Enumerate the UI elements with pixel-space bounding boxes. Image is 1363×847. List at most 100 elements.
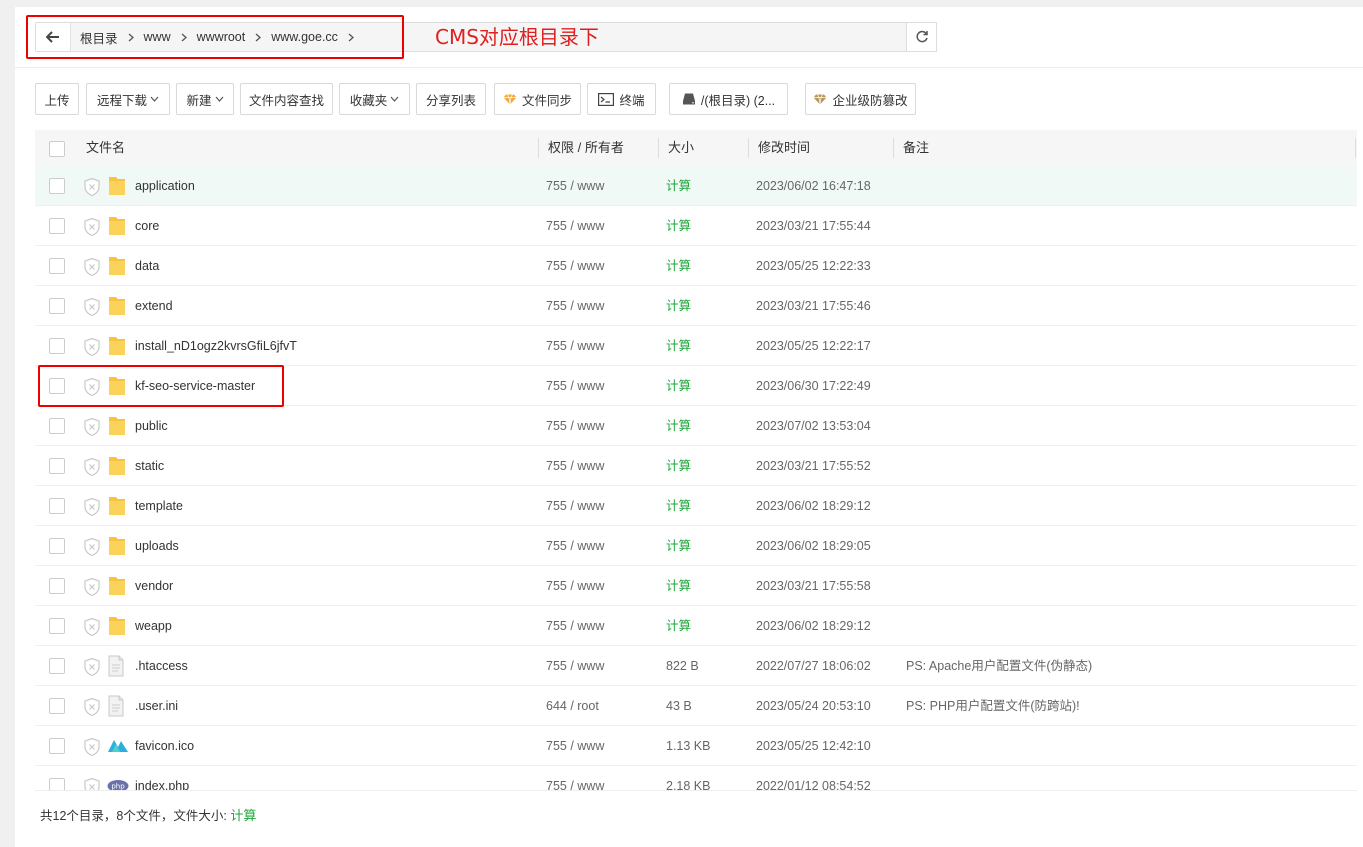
row-checkbox[interactable] [49, 258, 65, 274]
row-checkbox[interactable] [49, 738, 65, 754]
shield-icon[interactable] [82, 537, 102, 560]
search-content-button[interactable]: 文件内容查找 [240, 83, 333, 115]
shield-icon[interactable] [82, 217, 102, 240]
file-perm[interactable]: 644 / root [546, 686, 599, 726]
column-mtime[interactable]: 修改时间 [758, 130, 810, 166]
file-name[interactable]: install_nD1ogz2kvrsGfiL6jfvT [135, 326, 297, 366]
upload-button[interactable]: 上传 [35, 83, 79, 115]
table-row[interactable]: .user.ini 644 / root 43 B 2023/05/24 20:53:… [35, 686, 1357, 726]
file-perm[interactable]: 755 / www [546, 766, 604, 790]
shield-icon[interactable] [82, 457, 102, 480]
table-row[interactable]: static 755 / www 计算 2023/03/21 17:55:52 [35, 446, 1357, 486]
row-checkbox[interactable] [49, 298, 65, 314]
table-row[interactable]: data 755 / www 计算 2023/05/25 12:22:33 [35, 246, 1357, 286]
file-size[interactable]: 计算 [666, 446, 691, 486]
row-checkbox[interactable] [49, 218, 65, 234]
row-checkbox[interactable] [49, 698, 65, 714]
file-name[interactable]: template [135, 486, 183, 526]
table-row[interactable]: public 755 / www 计算 2023/07/02 13:53:04 [35, 406, 1357, 446]
table-row[interactable]: uploads 755 / www 计算 2023/06/02 18:29:05 [35, 526, 1357, 566]
disk-button[interactable]: /(根目录) (2... [669, 83, 788, 115]
file-sync-button[interactable]: 文件同步 [494, 83, 581, 115]
file-perm[interactable]: 755 / www [546, 606, 604, 646]
shield-icon[interactable] [82, 257, 102, 280]
file-name[interactable]: favicon.ico [135, 726, 194, 766]
shield-icon[interactable] [82, 697, 102, 720]
row-checkbox[interactable] [49, 458, 65, 474]
shield-icon[interactable] [82, 337, 102, 360]
file-perm[interactable]: 755 / www [546, 726, 604, 766]
shield-icon[interactable] [82, 657, 102, 680]
new-button[interactable]: 新建 [176, 83, 234, 115]
shield-icon[interactable] [82, 177, 102, 200]
file-perm[interactable]: 755 / www [546, 246, 604, 286]
footer-calc-link[interactable]: 计算 [230, 808, 256, 823]
row-checkbox[interactable] [49, 338, 65, 354]
column-size[interactable]: 大小 [668, 130, 694, 166]
file-size[interactable]: 计算 [666, 606, 691, 646]
file-perm[interactable]: 755 / www [546, 286, 604, 326]
refresh-button[interactable] [906, 22, 937, 52]
file-name[interactable]: weapp [135, 606, 172, 646]
file-perm[interactable]: 755 / www [546, 526, 604, 566]
table-row[interactable]: extend 755 / www 计算 2023/03/21 17:55:46 [35, 286, 1357, 326]
file-name[interactable]: index.php [135, 766, 189, 790]
shield-icon[interactable] [82, 497, 102, 520]
table-row[interactable]: favicon.ico 755 / www 1.13 KB 2023/05/25 12… [35, 726, 1357, 766]
file-name[interactable]: application [135, 166, 195, 206]
file-name[interactable]: extend [135, 286, 173, 326]
column-perm[interactable]: 权限 / 所有者 [548, 130, 624, 166]
shield-icon[interactable] [82, 297, 102, 320]
file-name[interactable]: static [135, 446, 164, 486]
file-perm[interactable]: 755 / www [546, 406, 604, 446]
file-perm[interactable]: 755 / www [546, 566, 604, 606]
terminal-button[interactable]: 终端 [587, 83, 656, 115]
share-list-button[interactable]: 分享列表 [416, 83, 486, 115]
file-name[interactable]: .user.ini [135, 686, 178, 726]
table-row[interactable]: weapp 755 / www 计算 2023/06/02 18:29:12 [35, 606, 1357, 646]
file-name[interactable]: data [135, 246, 159, 286]
file-size[interactable]: 计算 [666, 486, 691, 526]
file-name[interactable]: .htaccess [135, 646, 188, 686]
file-name[interactable]: core [135, 206, 159, 246]
file-size[interactable]: 计算 [666, 526, 691, 566]
row-checkbox[interactable] [49, 618, 65, 634]
shield-icon[interactable] [82, 777, 102, 790]
file-perm[interactable]: 755 / www [546, 646, 604, 686]
row-checkbox[interactable] [49, 578, 65, 594]
file-name[interactable]: uploads [135, 526, 179, 566]
table-row[interactable]: .htaccess 755 / www 822 B 2022/07/27 18:06:… [35, 646, 1357, 686]
row-checkbox[interactable] [49, 538, 65, 554]
file-perm[interactable]: 755 / www [546, 326, 604, 366]
remote-download-button[interactable]: 远程下载 [86, 83, 170, 115]
table-row[interactable]: core 755 / www 计算 2023/03/21 17:55:44 [35, 206, 1357, 246]
file-perm[interactable]: 755 / www [546, 166, 604, 206]
file-note[interactable]: PS: Apache用户配置文件(伪静态) [906, 646, 1092, 686]
favorites-button[interactable]: 收藏夹 [339, 83, 410, 115]
file-note[interactable]: PS: PHP用户配置文件(防跨站)! [906, 686, 1080, 726]
file-perm[interactable]: 755 / www [546, 206, 604, 246]
row-checkbox[interactable] [49, 778, 65, 790]
table-row[interactable]: template 755 / www 计算 2023/06/02 18:29:12 [35, 486, 1357, 526]
select-all-checkbox[interactable] [49, 141, 65, 157]
shield-icon[interactable] [82, 617, 102, 640]
table-row[interactable]: install_nD1ogz2kvrsGfiL6jfvT 755 / www 计算 2… [35, 326, 1357, 366]
shield-icon[interactable] [82, 577, 102, 600]
file-size[interactable]: 计算 [666, 566, 691, 606]
shield-icon[interactable] [82, 417, 102, 440]
file-perm[interactable]: 755 / www [546, 366, 604, 406]
file-size[interactable]: 计算 [666, 406, 691, 446]
file-perm[interactable]: 755 / www [546, 486, 604, 526]
file-size[interactable]: 计算 [666, 326, 691, 366]
file-name[interactable]: public [135, 406, 168, 446]
file-size[interactable]: 计算 [666, 286, 691, 326]
row-checkbox[interactable] [49, 498, 65, 514]
file-size[interactable]: 计算 [666, 366, 691, 406]
row-checkbox[interactable] [49, 418, 65, 434]
file-size[interactable]: 计算 [666, 246, 691, 286]
row-checkbox[interactable] [49, 178, 65, 194]
file-size[interactable]: 计算 [666, 166, 691, 206]
file-name[interactable]: vendor [135, 566, 173, 606]
tamper-protect-button[interactable]: 企业级防篡改 [805, 83, 916, 115]
table-row[interactable]: application 755 / www 计算 2023/06/02 16:47:1… [35, 166, 1357, 206]
